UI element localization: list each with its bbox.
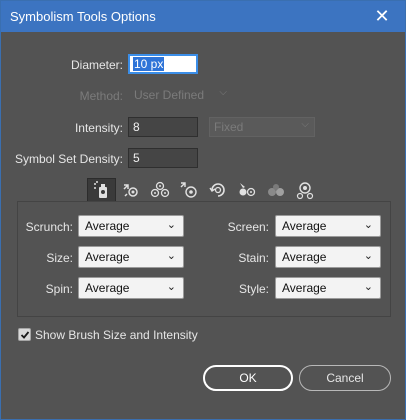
chevron-down-icon: ⌄ (166, 281, 176, 293)
scrunch-dropdown[interactable]: Average ⌄ (78, 215, 184, 237)
symbolism-tool-bar (87, 178, 319, 202)
chevron-down-icon: ⌵ (219, 87, 227, 98)
scrunch-label: Scrunch: (25, 220, 73, 234)
show-brush-checkbox[interactable] (18, 328, 31, 341)
stain-value: Average (282, 250, 327, 264)
chevron-down-icon: ⌄ (363, 219, 373, 231)
diameter-input[interactable]: 10 px (128, 54, 198, 74)
size-value: Average (85, 250, 130, 264)
spin-label: Spin: (45, 282, 73, 296)
stain-label: Stain: (238, 251, 269, 265)
symbol-sprayer-icon[interactable] (87, 178, 116, 202)
screen-value: Average (282, 219, 327, 233)
symbol-scruncher-icon[interactable] (145, 178, 174, 202)
density-input[interactable]: 5 (128, 148, 198, 168)
intensity-input[interactable]: 8 (128, 117, 198, 137)
screen-label: Screen: (227, 220, 269, 234)
density-label: Symbol Set Density: (14, 152, 123, 166)
style-dropdown[interactable]: Average ⌄ (275, 277, 381, 299)
symbolism-tools-dialog: Symbolism Tools Options ✕ Diameter: 10 p… (0, 0, 406, 420)
diameter-label: Diameter: (70, 58, 123, 72)
symbol-screener-icon[interactable] (261, 178, 290, 202)
intensity-mode-dropdown[interactable]: Fixed ⌵ (209, 117, 315, 137)
diameter-value: 10 px (133, 57, 165, 71)
symbol-shifter-icon[interactable] (116, 178, 145, 202)
ok-button[interactable]: OK (203, 365, 293, 391)
symbol-sizer-icon[interactable] (174, 178, 203, 202)
close-icon[interactable]: ✕ (359, 1, 405, 32)
chevron-down-icon: ⌄ (363, 281, 373, 293)
method-label: Method: (79, 89, 123, 103)
symbol-stainer-icon[interactable] (232, 178, 261, 202)
cancel-button[interactable]: Cancel (299, 365, 391, 391)
scrunch-value: Average (85, 219, 130, 233)
spin-value: Average (85, 281, 130, 295)
chevron-down-icon: ⌄ (166, 250, 176, 262)
size-label: Size: (46, 251, 73, 265)
symbol-styler-icon[interactable] (290, 178, 319, 202)
size-dropdown[interactable]: Average ⌄ (78, 246, 184, 268)
symbol-spinner-icon[interactable] (203, 178, 232, 202)
stain-dropdown[interactable]: Average ⌄ (275, 246, 381, 268)
chevron-down-icon: ⌄ (363, 250, 373, 262)
method-value: User Defined (134, 88, 205, 102)
title-bar[interactable]: Symbolism Tools Options ✕ (1, 1, 405, 32)
intensity-label: Intensity: (74, 121, 123, 135)
screen-dropdown[interactable]: Average ⌄ (275, 215, 381, 237)
chevron-down-icon: ⌵ (301, 119, 309, 130)
show-brush-label[interactable]: Show Brush Size and Intensity (35, 328, 198, 342)
spin-dropdown[interactable]: Average ⌄ (78, 277, 184, 299)
checkmark-icon (20, 331, 30, 339)
method-dropdown[interactable]: User Defined ⌵ (129, 85, 233, 105)
chevron-down-icon: ⌄ (166, 219, 176, 231)
style-value: Average (282, 281, 327, 295)
intensity-mode-value: Fixed (214, 120, 244, 134)
style-label: Style: (238, 282, 269, 296)
dialog-title: Symbolism Tools Options (10, 9, 156, 24)
